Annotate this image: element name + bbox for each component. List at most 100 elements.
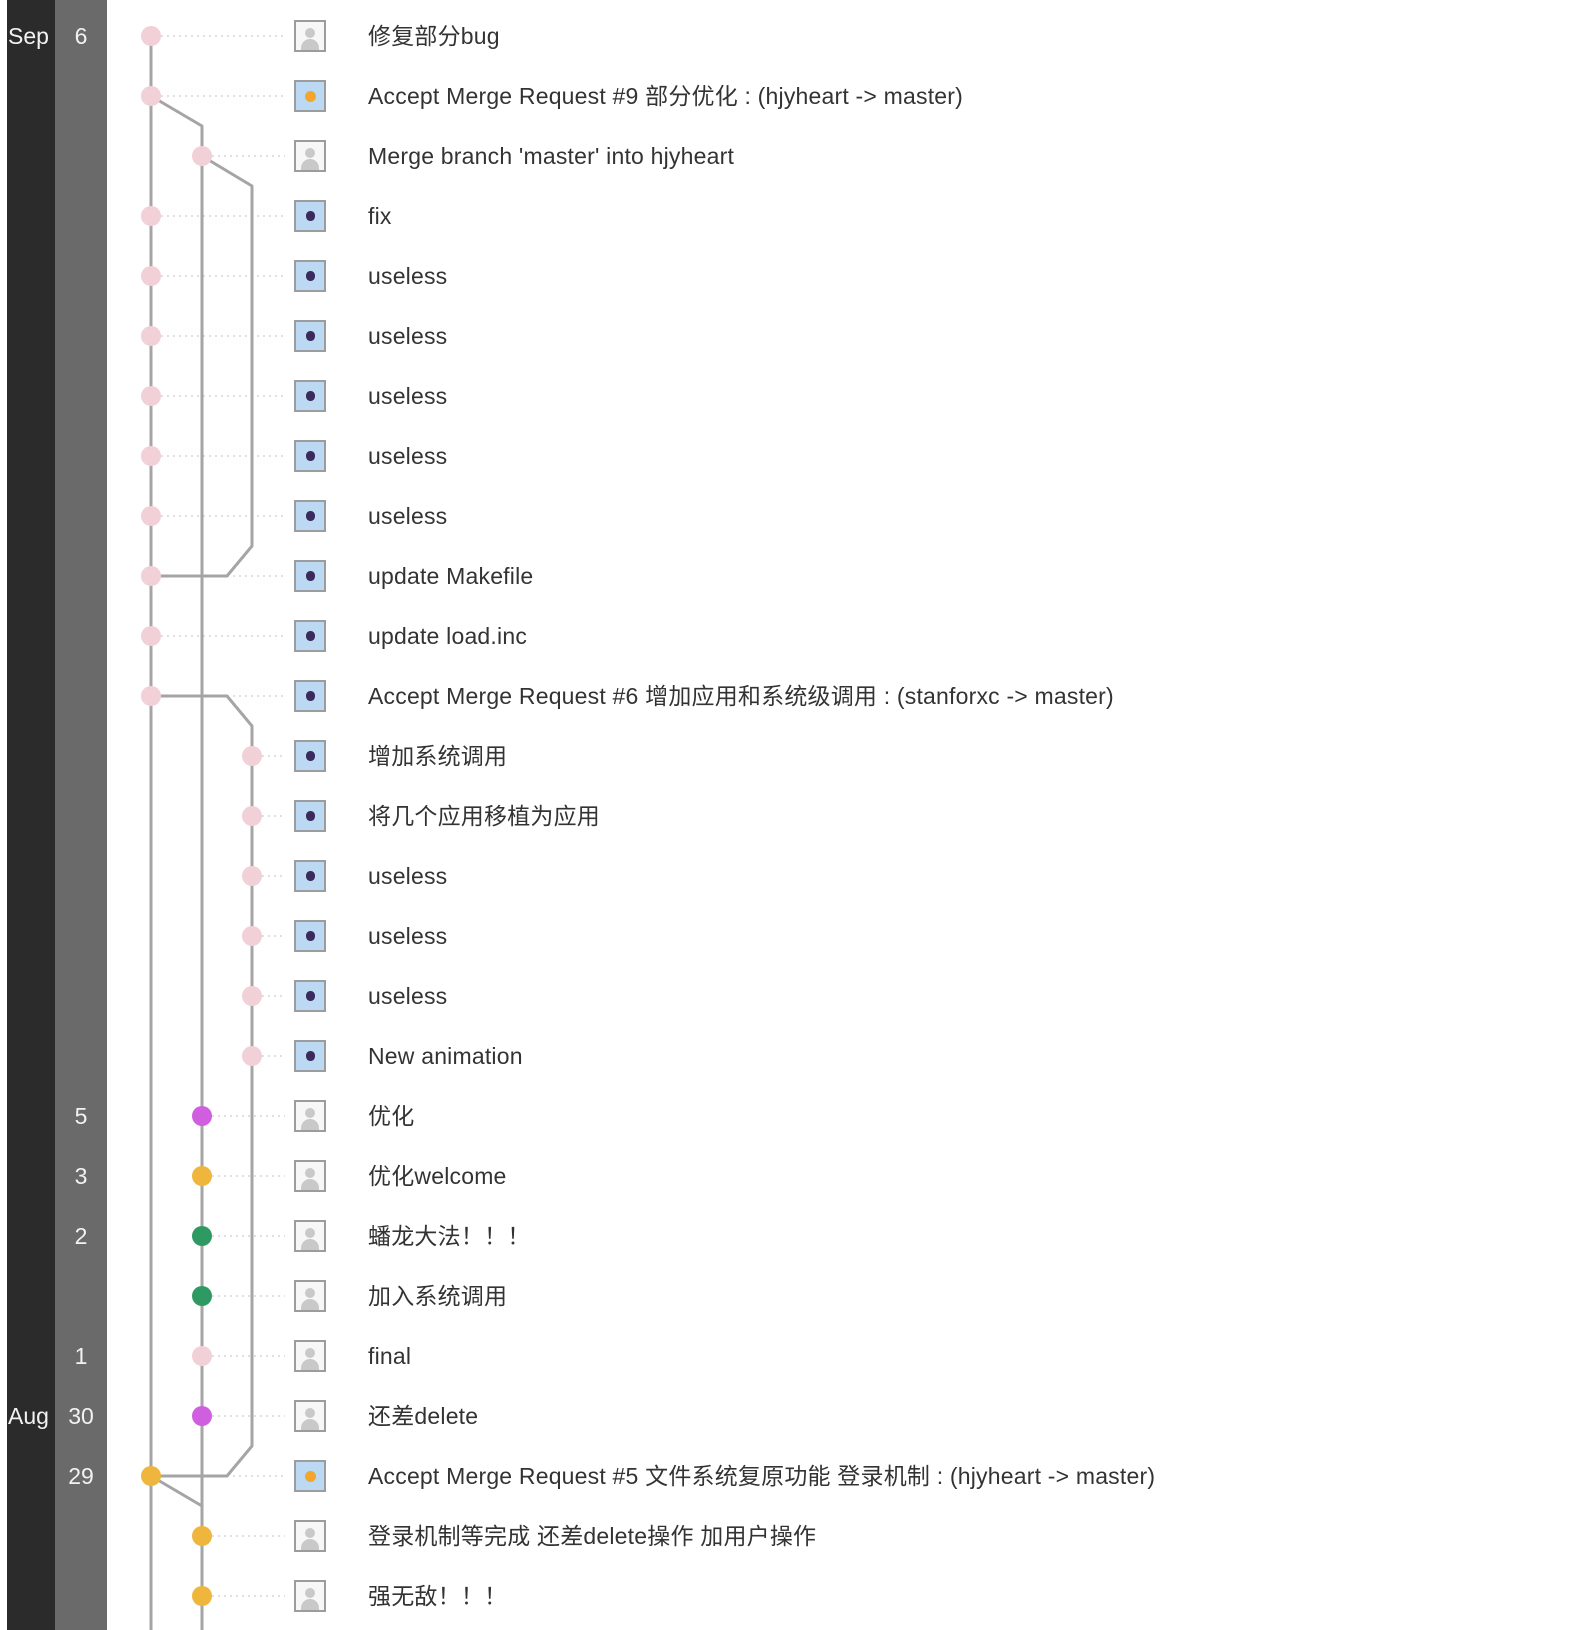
commit-node <box>141 386 161 406</box>
commit-row[interactable]: useless <box>290 426 1580 486</box>
commit-row[interactable]: useless <box>290 246 1580 306</box>
commit-node <box>141 626 161 646</box>
commit-message[interactable]: Accept Merge Request #9 部分优化 : (hjyheart… <box>368 66 963 126</box>
blue-avatar-icon[interactable] <box>294 800 326 832</box>
commit-row[interactable]: useless <box>290 486 1580 546</box>
blue-avatar-icon[interactable] <box>294 680 326 712</box>
commit-row[interactable]: 将几个应用移植为应用 <box>290 786 1580 846</box>
default-avatar-icon[interactable] <box>294 20 326 52</box>
commit-message[interactable]: New animation <box>368 1026 523 1086</box>
commit-message[interactable]: 修复部分bug <box>368 6 500 66</box>
commit-message[interactable]: update Makefile <box>368 546 533 606</box>
blue-avatar-icon[interactable] <box>294 500 326 532</box>
commit-row[interactable]: 蟠龙大法！！！ <box>290 1206 1580 1266</box>
commit-node <box>242 986 262 1006</box>
commit-message[interactable]: 还差delete <box>368 1386 478 1446</box>
commit-message[interactable]: useless <box>368 486 447 546</box>
commit-message[interactable]: 增加系统调用 <box>368 726 507 786</box>
commit-message[interactable]: useless <box>368 366 447 426</box>
commit-message[interactable]: 优化welcome <box>368 1146 507 1206</box>
default-avatar-icon[interactable] <box>294 1160 326 1192</box>
commit-message[interactable]: useless <box>368 246 447 306</box>
orange-avatar-icon[interactable] <box>294 1460 326 1492</box>
blue-avatar-icon[interactable] <box>294 380 326 412</box>
commit-row[interactable]: 修复部分bug <box>290 6 1580 66</box>
commit-row[interactable]: 登录机制等完成 还差delete操作 加用户操作 <box>290 1506 1580 1566</box>
commit-node <box>141 86 161 106</box>
default-avatar-icon[interactable] <box>294 140 326 172</box>
commit-row[interactable]: update load.inc <box>290 606 1580 666</box>
default-avatar-icon[interactable] <box>294 1280 326 1312</box>
commit-row[interactable]: 优化 <box>290 1086 1580 1146</box>
commit-row[interactable]: Accept Merge Request #9 部分优化 : (hjyheart… <box>290 66 1580 126</box>
blue-avatar-icon[interactable] <box>294 260 326 292</box>
commit-node <box>141 326 161 346</box>
commit-node <box>141 446 161 466</box>
commit-message[interactable]: 加入系统调用 <box>368 1266 507 1326</box>
commit-message[interactable]: useless <box>368 846 447 906</box>
commit-row[interactable]: useless <box>290 846 1580 906</box>
commit-node <box>141 206 161 226</box>
commit-node <box>141 26 161 46</box>
commit-message[interactable]: useless <box>368 966 447 1026</box>
orange-avatar-icon[interactable] <box>294 80 326 112</box>
blue-avatar-icon[interactable] <box>294 1040 326 1072</box>
default-avatar-icon[interactable] <box>294 1520 326 1552</box>
blue-avatar-icon[interactable] <box>294 440 326 472</box>
commit-node <box>242 746 262 766</box>
default-avatar-icon[interactable] <box>294 1580 326 1612</box>
commit-message[interactable]: 强无敌！！！ <box>368 1566 507 1626</box>
default-avatar-icon[interactable] <box>294 1220 326 1252</box>
default-avatar-icon[interactable] <box>294 1100 326 1132</box>
commit-row[interactable]: 还差delete <box>290 1386 1580 1446</box>
commit-message[interactable]: Merge branch 'master' into hjyheart <box>368 126 734 186</box>
default-avatar-icon[interactable] <box>294 1400 326 1432</box>
commit-node <box>141 266 161 286</box>
commit-row[interactable]: Accept Merge Request #6 增加应用和系统级调用 : (st… <box>290 666 1580 726</box>
commit-message[interactable]: fix <box>368 186 392 246</box>
commit-node <box>242 806 262 826</box>
commit-node <box>192 1166 212 1186</box>
commit-message[interactable]: useless <box>368 306 447 366</box>
commit-row[interactable]: 加入系统调用 <box>290 1266 1580 1326</box>
commit-row[interactable]: Merge branch 'master' into hjyheart <box>290 126 1580 186</box>
commit-row[interactable]: useless <box>290 906 1580 966</box>
commit-message[interactable]: useless <box>368 426 447 486</box>
commit-node <box>141 566 161 586</box>
blue-avatar-icon[interactable] <box>294 740 326 772</box>
commit-row[interactable]: 强无敌！！！ <box>290 1566 1580 1626</box>
commit-node <box>192 1106 212 1126</box>
commit-row[interactable]: 优化welcome <box>290 1146 1580 1206</box>
commit-row[interactable]: New animation <box>290 1026 1580 1086</box>
blue-avatar-icon[interactable] <box>294 620 326 652</box>
blue-avatar-icon[interactable] <box>294 320 326 352</box>
commit-node <box>242 866 262 886</box>
commit-row[interactable]: update Makefile <box>290 546 1580 606</box>
commit-message[interactable]: useless <box>368 906 447 966</box>
commit-message[interactable]: final <box>368 1326 411 1386</box>
blue-avatar-icon[interactable] <box>294 980 326 1012</box>
commit-node <box>192 1526 212 1546</box>
commit-message[interactable]: Accept Merge Request #5 文件系统复原功能 登录机制 : … <box>368 1446 1155 1506</box>
commit-message[interactable]: 登录机制等完成 还差delete操作 加用户操作 <box>368 1506 816 1566</box>
commit-row[interactable]: useless <box>290 306 1580 366</box>
commit-row[interactable]: useless <box>290 366 1580 426</box>
commit-row[interactable]: fix <box>290 186 1580 246</box>
blue-avatar-icon[interactable] <box>294 860 326 892</box>
commit-message[interactable]: 将几个应用移植为应用 <box>368 786 600 846</box>
commit-node <box>192 1346 212 1366</box>
commit-message[interactable]: update load.inc <box>368 606 527 666</box>
commit-row[interactable]: final <box>290 1326 1580 1386</box>
blue-avatar-icon[interactable] <box>294 920 326 952</box>
commit-message[interactable]: 优化 <box>368 1086 414 1146</box>
commit-node <box>242 926 262 946</box>
commit-message[interactable]: Accept Merge Request #6 增加应用和系统级调用 : (st… <box>368 666 1114 726</box>
commit-row[interactable]: 增加系统调用 <box>290 726 1580 786</box>
commit-message[interactable]: 蟠龙大法！！！ <box>368 1206 530 1266</box>
blue-avatar-icon[interactable] <box>294 200 326 232</box>
blue-avatar-icon[interactable] <box>294 560 326 592</box>
commit-row[interactable]: useless <box>290 966 1580 1026</box>
commit-row[interactable]: Accept Merge Request #5 文件系统复原功能 登录机制 : … <box>290 1446 1580 1506</box>
default-avatar-icon[interactable] <box>294 1340 326 1372</box>
commit-node <box>192 1586 212 1606</box>
